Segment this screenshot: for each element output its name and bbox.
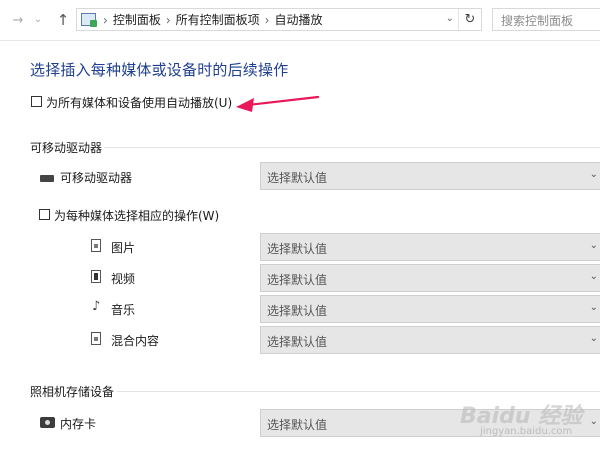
select-value: 选择默认值 <box>267 304 328 318</box>
group-title-camera: 照相机存储设备 <box>30 385 115 399</box>
autoplay-window: → ⌄ ↑ › 控制面板 › 所有控制面板项 › 自动播放 ⌄ ↻ 搜索控制面板… <box>0 0 600 450</box>
back-arrow-icon[interactable]: → <box>10 10 26 30</box>
chevron-down-icon: ⌄ <box>589 302 598 313</box>
breadcrumb-autoplay[interactable]: 自动播放 <box>274 11 322 28</box>
group-divider <box>104 147 600 148</box>
select-value: 选择默认值 <box>267 171 328 185</box>
search-input[interactable]: 搜索控制面板 <box>492 8 600 31</box>
chevron-down-icon: ⌄ <box>589 333 598 344</box>
chevron-right-icon: › <box>165 11 171 28</box>
select-value: 选择默认值 <box>267 418 328 432</box>
chevron-down-icon: ⌄ <box>589 271 598 282</box>
picture-icon <box>91 239 101 252</box>
refresh-icon[interactable]: ↻ <box>458 9 481 30</box>
mixed-content-select[interactable]: 选择默认值 ⌄ <box>260 326 600 354</box>
videos-label: 视频 <box>111 272 136 286</box>
autoplay-all-label[interactable]: 为所有媒体和设备使用自动播放(U) <box>46 94 232 111</box>
chevron-down-icon[interactable]: ⌄ <box>446 13 454 24</box>
memory-card-icon <box>40 417 55 428</box>
group-title-removable: 可移动驱动器 <box>30 141 103 155</box>
address-bar: → ⌄ ↑ › 控制面板 › 所有控制面板项 › 自动播放 ⌄ ↻ 搜索控制面板 <box>0 0 600 41</box>
path-box[interactable]: › 控制面板 › 所有控制面板项 › 自动播放 ⌄ ↻ <box>76 8 482 31</box>
up-arrow-icon[interactable]: ↑ <box>55 10 71 30</box>
watermark: Baidu 经验 jingyan.baidu.com <box>440 396 600 450</box>
per-media-label[interactable]: 为每种媒体选择相应的操作(W) <box>54 207 219 224</box>
select-value: 选择默认值 <box>267 335 328 349</box>
pictures-label: 图片 <box>111 241 136 255</box>
memory-card-label: 内存卡 <box>60 417 97 431</box>
autoplay-all-checkbox[interactable] <box>31 96 42 107</box>
chevron-right-icon: › <box>264 11 270 28</box>
mixed-content-label: 混合内容 <box>111 334 160 348</box>
select-value: 选择默认值 <box>267 273 328 287</box>
group-divider <box>117 391 600 392</box>
music-note-icon: ♪ <box>92 299 101 314</box>
control-panel-icon <box>81 13 97 27</box>
breadcrumb-control-panel[interactable]: 控制面板 <box>113 11 161 28</box>
watermark-url: jingyan.baidu.com <box>480 426 573 437</box>
chevron-down-icon: ⌄ <box>589 240 598 251</box>
removable-drive-icon <box>40 175 54 182</box>
removable-drive-label: 可移动驱动器 <box>60 171 133 185</box>
pictures-select[interactable]: 选择默认值 ⌄ <box>260 233 600 261</box>
select-value: 选择默认值 <box>267 242 328 256</box>
video-icon <box>91 270 101 283</box>
music-select[interactable]: 选择默认值 ⌄ <box>260 295 600 323</box>
music-label: 音乐 <box>111 303 136 317</box>
chevron-right-icon: › <box>103 11 108 28</box>
annotation-arrow-icon <box>236 95 320 112</box>
chevron-down-icon: ⌄ <box>589 169 598 180</box>
breadcrumb-all-items[interactable]: 所有控制面板项 <box>176 11 260 28</box>
videos-select[interactable]: 选择默认值 ⌄ <box>260 264 600 292</box>
per-media-checkbox[interactable] <box>39 209 50 220</box>
page-title: 选择插入每种媒体或设备时的后续操作 <box>30 61 289 79</box>
mixed-content-icon <box>91 332 101 345</box>
recent-dropdown-icon[interactable]: ⌄ <box>30 10 46 30</box>
removable-drive-select[interactable]: 选择默认值 ⌄ <box>260 162 600 190</box>
